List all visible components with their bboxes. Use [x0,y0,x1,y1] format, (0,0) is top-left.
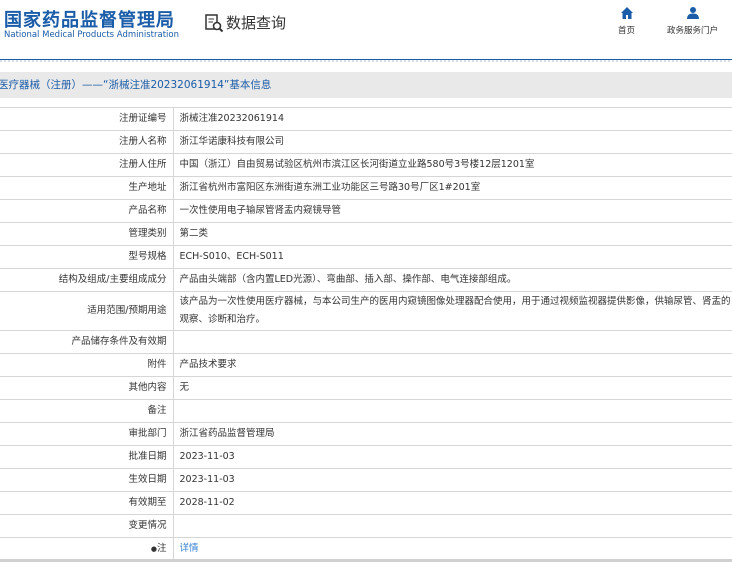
field-label: 适用范围/预期用途 [0,291,174,331]
field-label-text: 生效日期 [128,474,167,485]
field-label: 注册证编号 [0,107,174,131]
field-label: 审批部门 [0,422,174,446]
field-value: 产品技术要求 [173,353,732,377]
field-value: 浙械注准20232061914 [173,107,732,131]
nav-home-label: 首页 [618,26,636,36]
table-row: 其他内容无 [0,376,732,400]
table-row: 备注 [0,399,732,423]
info-table: 注册证编号 浙械注准20232061914 注册人名称 浙江华诺康科技有限公司 注册人住… [0,107,732,562]
field-label-text: 生产地址 [128,182,167,193]
field-label-text: 型号规格 [128,251,167,262]
field-value: 浙江华诺康科技有限公司 [173,130,732,154]
field-value: 浙江省药品监督管理局 [173,422,732,446]
table-row: 结构及组成/主要组成成分 产品由头端部（含内置LED光源）、弯曲部、插入部、操作部… [0,268,732,292]
field-value: 第二类 [173,222,732,246]
field-label-text: 注册人住所 [118,159,167,170]
field-label: 变更情况 [0,514,174,538]
field-label: 管理类别 [0,222,174,246]
header-divider [0,59,732,62]
field-value: ECH-S010、ECH-S011 [173,245,732,269]
field-value: 2028-11-02 [173,491,732,515]
field-label-text: 注册证编号 [118,113,167,124]
field-label-text: 产品储存条件及有效期 [71,336,167,347]
table-row: 注册人名称 浙江华诺康科技有限公司 [0,130,732,154]
field-label: 生产地址 [0,176,174,200]
table-row: 批准日期 2023-11-03 [0,445,732,469]
table-row: 有效期至 2028-11-02 [0,491,732,515]
table-row: 型号规格 ECH-S010、ECH-S011 [0,245,732,269]
table-row: ●注 详情 [0,537,732,562]
field-value [173,330,732,354]
field-label: 注册人名称 [0,130,174,154]
logo-subtitle: National Medical Products Administration [4,30,179,40]
field-label: 批准日期 [0,445,174,469]
table-row: 注册人住所 中国（浙江）自由贸易试验区杭州市滨江区长河街道立业路580号3号楼12… [0,153,732,177]
field-value: 2023-11-03 [173,468,732,492]
field-value: 中国（浙江）自由贸易试验区杭州市滨江区长河街道立业路580号3号楼12层1201… [173,153,732,177]
logo-title[interactable]: 国家药品监督管理局 [4,6,175,32]
page-title: 医疗器械（注册）——“浙械注准20232061914”基本信息 [0,72,732,98]
field-label-text: 适用范围/预期用途 [87,305,167,316]
field-value: 无 [173,376,732,400]
field-value [173,399,732,423]
field-label: ●注 [0,537,174,562]
field-label: 备注 [0,399,174,423]
field-value: 一次性使用电子输尿管肾盂内窥镜导管 [173,199,732,223]
field-label: 产品名称 [0,199,174,223]
field-label: 其他内容 [0,376,174,400]
nav-home[interactable]: 首页 [618,7,635,36]
table-row: 生效日期 2023-11-03 [0,468,732,492]
document-search-icon [205,13,224,32]
field-label-text: 注册人名称 [118,136,167,147]
data-query-label: 数据查询 [226,14,287,32]
table-row: 注册证编号 浙械注准20232061914 [0,107,732,131]
field-label: 注册人住所 [0,153,174,177]
field-label: 产品储存条件及有效期 [0,330,174,354]
field-value: 产品由头端部（含内置LED光源）、弯曲部、插入部、操作部、电气连接部组成。 [173,268,732,292]
field-label-text: 其他内容 [128,382,167,393]
field-label: 附件 [0,353,174,377]
field-label-text: 审批部门 [128,428,167,439]
field-value: 2023-11-03 [173,445,732,469]
field-value: 该产品为一次性使用医疗器械，与本公司生产的医用内窥镜图像处理器配合使用，用于通过… [173,291,732,331]
table-row: 产品储存条件及有效期 [0,330,732,354]
field-value: 浙江省杭州市富阳区东洲街道东洲工业功能区三号路30号厂区1#201室 [173,176,732,200]
table-row: 审批部门 浙江省药品监督管理局 [0,422,732,446]
nav-service-portal-label: 政务服务门户 [667,26,719,36]
table-row: 管理类别 第二类 [0,222,732,246]
table-row: 适用范围/预期用途 该产品为一次性使用医疗器械，与本公司生产的医用内窥镜图像处理器… [0,291,732,331]
field-label: 有效期至 [0,491,174,515]
field-value: 详情 [173,537,732,562]
field-label-text: 备注 [147,405,167,416]
field-label-text: 注 [156,542,167,554]
field-value [173,514,732,538]
field-label: 结构及组成/主要组成成分 [0,268,174,292]
home-icon [620,7,633,19]
field-label-text: 批准日期 [128,451,167,462]
field-label-text: 产品名称 [128,205,167,216]
field-label: 型号规格 [0,245,174,269]
table-row: 产品名称 一次性使用电子输尿管肾盂内窥镜导管 [0,199,732,223]
data-query-heading: 数据查询 [204,12,286,33]
table-row: 生产地址 浙江省杭州市富阳区东洲街道东洲工业功能区三号路30号厂区1#201室 [0,176,732,200]
field-label: 生效日期 [0,468,174,492]
details-link[interactable]: 详情 [180,543,199,554]
user-icon [686,7,699,19]
table-row: 变更情况 [0,514,732,538]
field-label-text: 有效期至 [128,497,167,508]
field-label-text: 变更情况 [128,520,167,531]
nav-service-portal[interactable]: 政务服务门户 [667,7,718,36]
table-row: 附件 产品技术要求 [0,353,732,377]
field-label-text: 附件 [147,359,167,370]
field-label-text: 结构及组成/主要组成成分 [58,274,167,285]
field-label-text: 管理类别 [128,228,167,239]
header: 国家药品监督管理局 National Medical Products Admi… [0,0,732,60]
